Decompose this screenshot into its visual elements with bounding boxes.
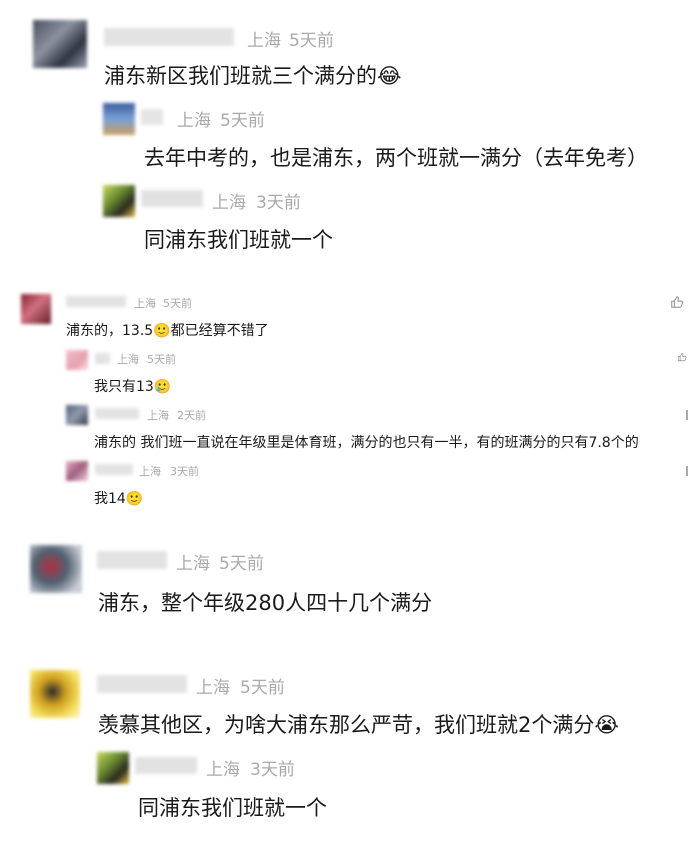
- comment-time: 5天前: [220, 111, 265, 131]
- comment-time: 2天前: [177, 409, 206, 422]
- username-redacted[interactable]: [95, 464, 133, 475]
- comment-text: 我14🙂: [94, 491, 144, 507]
- avatar[interactable]: [103, 103, 135, 135]
- username-redacted[interactable]: [135, 757, 197, 774]
- comment-location: 上海: [117, 353, 139, 366]
- like-button-partial[interactable]: [686, 410, 688, 420]
- like-button-partial[interactable]: [686, 466, 688, 476]
- avatar[interactable]: [97, 752, 129, 784]
- username-redacted[interactable]: [104, 28, 234, 46]
- thumbs-up-icon[interactable]: [670, 295, 684, 309]
- avatar[interactable]: [103, 185, 135, 217]
- comment-location: 上海: [176, 554, 210, 574]
- comment-text: 同浦东我们班就一个: [138, 796, 327, 820]
- comment-text: 我只有13🥲: [94, 379, 172, 395]
- avatar[interactable]: [66, 350, 88, 370]
- comment-text: 羡慕其他区，为啥大浦东那么严苛，我们班就2个满分😭: [98, 713, 619, 737]
- comment-time: 5天前: [163, 297, 192, 310]
- comment-time: 5天前: [219, 554, 264, 574]
- comment-location: 上海: [147, 409, 169, 422]
- comment-location: 上海: [206, 760, 240, 780]
- username-redacted[interactable]: [95, 408, 139, 419]
- comment-text: 同浦东我们班就一个: [144, 228, 333, 252]
- comment-text: 浦东新区我们班就三个满分的😂: [104, 64, 402, 88]
- comment-location: 上海: [177, 111, 211, 131]
- comment-location: 上海: [196, 678, 230, 698]
- username-redacted[interactable]: [141, 190, 203, 207]
- comment-text: 去年中考的，也是浦东，两个班就一满分（去年免考）: [144, 146, 648, 170]
- avatar[interactable]: [21, 294, 51, 324]
- username-redacted[interactable]: [141, 109, 163, 125]
- comment-time: 5天前: [289, 31, 334, 51]
- comment-time: 5天前: [240, 678, 285, 698]
- avatar[interactable]: [30, 670, 80, 718]
- username-redacted[interactable]: [66, 296, 126, 307]
- comment-text: 浦东，整个年级280人四十几个满分: [98, 591, 433, 615]
- comment-time: 5天前: [147, 353, 176, 366]
- comment-location: 上海: [212, 193, 246, 213]
- comment-time: 3天前: [256, 193, 301, 213]
- comment-text: 浦东的，13.5🙂都已经算不错了: [66, 323, 269, 339]
- avatar[interactable]: [30, 545, 82, 593]
- comment-time: 3天前: [250, 760, 295, 780]
- comment-location: 上海: [134, 297, 156, 310]
- comment-location: 上海: [139, 465, 161, 478]
- comment-location: 上海: [247, 31, 281, 51]
- avatar[interactable]: [66, 405, 88, 425]
- avatar[interactable]: [33, 20, 87, 68]
- thumbs-up-icon[interactable]: [677, 350, 687, 364]
- username-redacted[interactable]: [97, 551, 167, 569]
- comment-text: 浦东的 我们班一直说在年级里是体育班，满分的也只有一半，有的班满分的只有7.8个…: [94, 435, 639, 451]
- username-redacted[interactable]: [95, 353, 110, 364]
- comment-time: 3天前: [170, 465, 199, 478]
- username-redacted[interactable]: [97, 675, 187, 693]
- avatar[interactable]: [66, 461, 88, 481]
